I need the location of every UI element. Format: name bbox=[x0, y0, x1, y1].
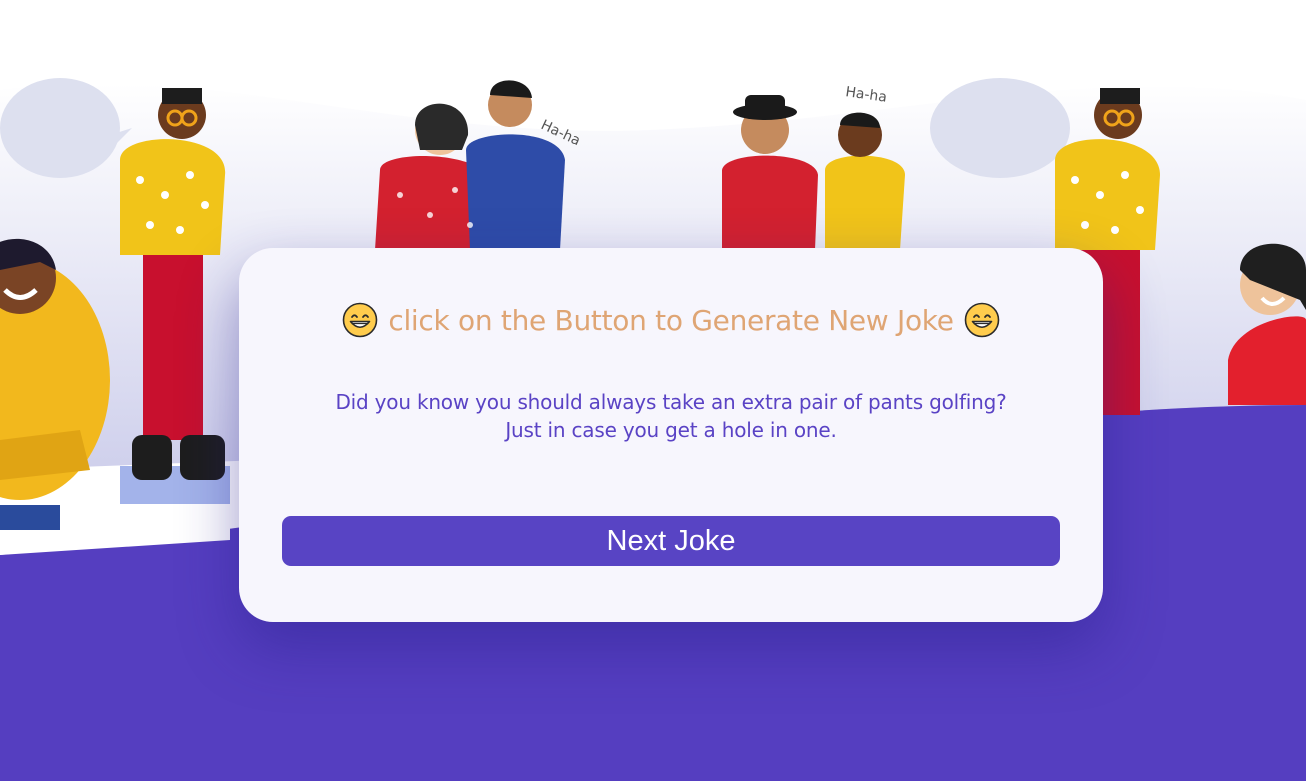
joke-line-setup: Did you know you should always take an e… bbox=[335, 390, 1007, 414]
next-joke-button[interactable]: Next Joke bbox=[282, 516, 1060, 566]
instruction-text: click on the Button to Generate New Joke bbox=[388, 303, 954, 337]
svg-text:Ha-ha: Ha-ha bbox=[844, 84, 887, 106]
joke-card: click on the Button to Generate New Joke… bbox=[239, 248, 1103, 622]
grinning-face-icon bbox=[343, 302, 378, 338]
instruction-heading: click on the Button to Generate New Joke bbox=[239, 300, 1103, 340]
joke-text: Did you know you should always take an e… bbox=[279, 388, 1063, 444]
joke-line-punchline: Just in case you get a hole in one. bbox=[505, 418, 837, 442]
grinning-face-icon bbox=[964, 302, 999, 338]
app-stage: Ha-ha Ha-ha click on the Button to Gener… bbox=[0, 0, 1306, 781]
